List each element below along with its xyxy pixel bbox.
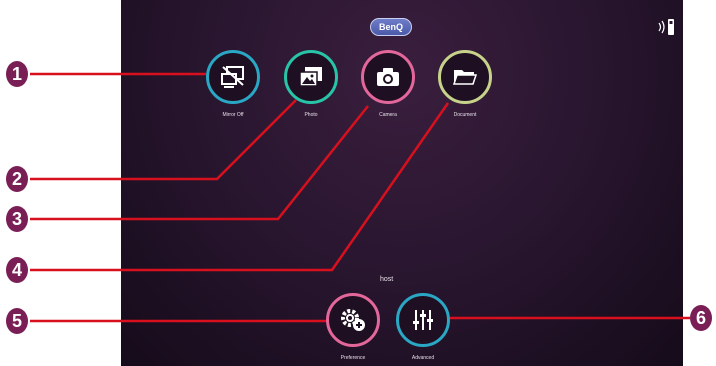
leader-line-3 xyxy=(30,105,369,221)
callout-4: 4 xyxy=(6,257,28,283)
callout-3: 3 xyxy=(6,206,28,232)
callout-1: 1 xyxy=(6,61,28,87)
leader-line-4 xyxy=(30,102,450,272)
leader-line-2 xyxy=(30,99,297,181)
callout-leader-lines xyxy=(30,72,690,323)
callout-6: 6 xyxy=(690,305,712,331)
callout-2: 2 xyxy=(6,166,28,192)
callout-5: 5 xyxy=(6,308,28,334)
